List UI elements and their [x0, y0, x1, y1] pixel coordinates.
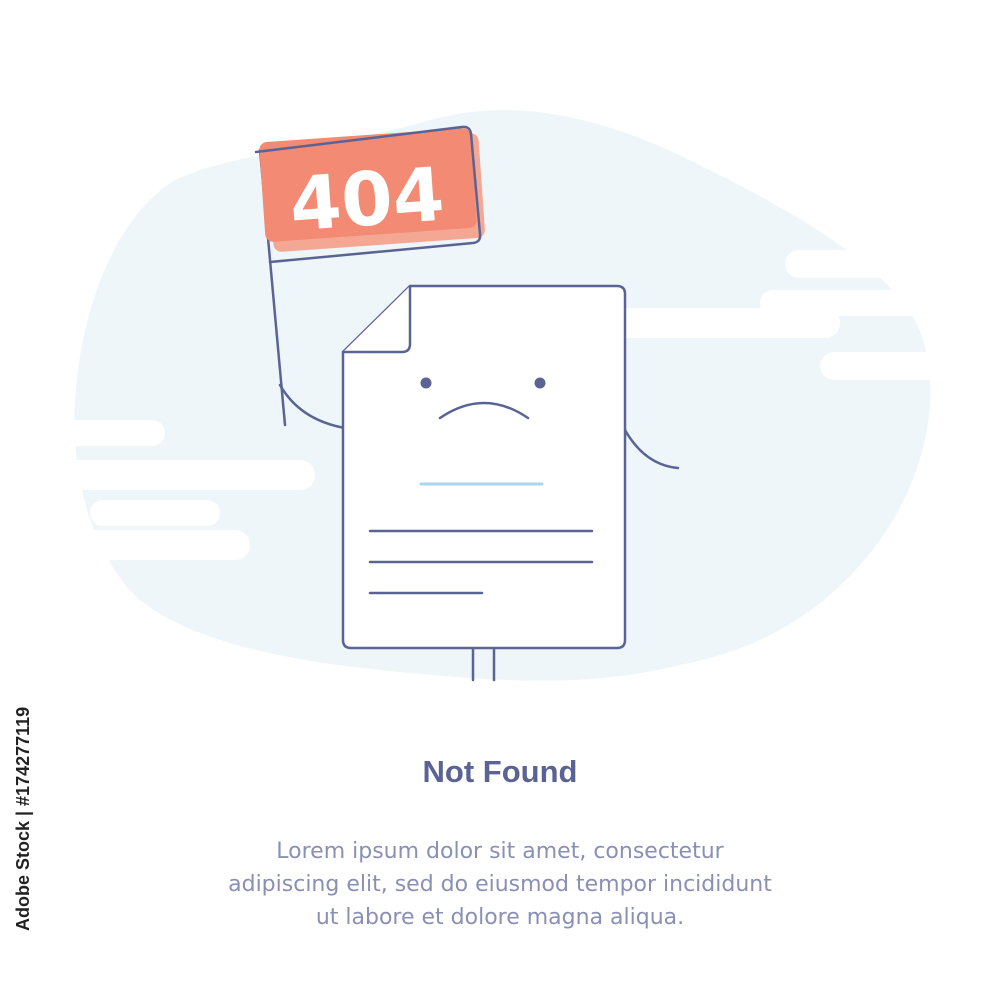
left-eye: [420, 377, 432, 389]
flag-code-text: 404: [287, 152, 447, 249]
description-text: Lorem ipsum dolor sit amet, consectetur …: [200, 835, 800, 934]
page-title: Not Found: [422, 754, 578, 789]
sad-document: [341, 284, 627, 650]
page: 404 Not Found Lorem ipsum dolor sit amet…: [0, 0, 1000, 1000]
right-eye: [534, 377, 546, 389]
stock-watermark-id: Adobe Stock | #174277119: [13, 706, 33, 931]
description-line: adipiscing elit, sed do eiusmod tempor i…: [228, 872, 772, 897]
description-line: ut labore et dolore magna aliqua.: [315, 905, 685, 930]
description-line: Lorem ipsum dolor sit amet, consectetur: [276, 839, 724, 864]
